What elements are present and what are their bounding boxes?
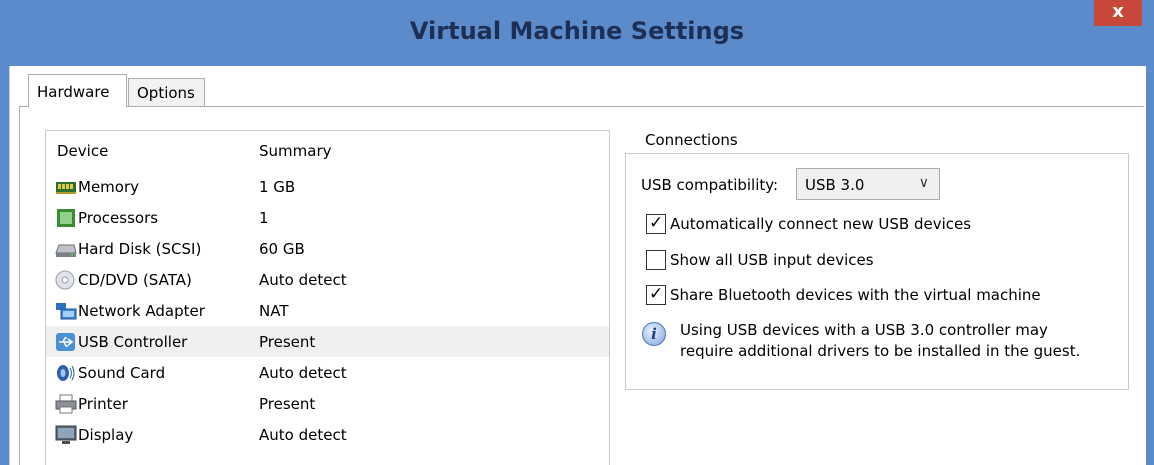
title-bar[interactable]: Virtual Machine Settings x bbox=[0, 0, 1154, 66]
show-all-input-label: Show all USB input devices bbox=[670, 251, 874, 269]
device-name: Memory bbox=[78, 177, 140, 196]
info-icon: i bbox=[642, 322, 666, 346]
device-summary: 1 GB bbox=[259, 177, 296, 196]
device-summary: 60 GB bbox=[259, 239, 305, 258]
device-summary: Auto detect bbox=[259, 363, 347, 382]
hard-disk-icon bbox=[55, 239, 77, 259]
device-row-sound-card[interactable]: Sound Card Auto detect bbox=[46, 357, 609, 388]
device-row-usb-controller[interactable]: USB Controller Present bbox=[46, 326, 609, 357]
printer-icon bbox=[55, 394, 77, 414]
window: Virtual Machine Settings x Hardware Opti… bbox=[0, 0, 1154, 465]
tab-options[interactable]: Options bbox=[128, 78, 205, 106]
connections-legend: Connections bbox=[641, 131, 742, 149]
auto-connect-label: Automatically connect new USB devices bbox=[670, 215, 972, 233]
device-row-processors[interactable]: Processors 1 bbox=[46, 202, 609, 233]
device-summary: Auto detect bbox=[259, 270, 347, 289]
device-name: Hard Disk (SCSI) bbox=[78, 239, 202, 258]
device-name: Sound Card bbox=[78, 363, 166, 382]
auto-connect-option[interactable]: ✓ Automatically connect new USB devices bbox=[646, 213, 972, 234]
device-row-memory[interactable]: Memory 1 GB bbox=[46, 171, 609, 202]
tab-divider bbox=[19, 106, 1144, 107]
close-button[interactable]: x bbox=[1094, 0, 1142, 26]
device-name: Network Adapter bbox=[78, 301, 205, 320]
share-bluetooth-label: Share Bluetooth devices with the virtual… bbox=[670, 286, 1041, 304]
memory-icon bbox=[55, 177, 77, 197]
usb-compatibility-value: USB 3.0 bbox=[805, 176, 865, 194]
column-header-device[interactable]: Device bbox=[46, 142, 253, 160]
device-name: Display bbox=[78, 425, 134, 444]
device-summary: 1 bbox=[259, 208, 269, 227]
share-bluetooth-option[interactable]: ✓ Share Bluetooth devices with the virtu… bbox=[646, 284, 1041, 305]
usb-compatibility-label: USB compatibility: bbox=[641, 176, 779, 194]
checkmark-icon: ✓ bbox=[649, 284, 664, 304]
window-title: Virtual Machine Settings bbox=[409, 17, 745, 45]
device-summary: NAT bbox=[259, 301, 289, 320]
device-row-printer[interactable]: Printer Present bbox=[46, 388, 609, 419]
device-name: Printer bbox=[78, 394, 128, 413]
usb-info-text: Using USB devices with a USB 3.0 control… bbox=[680, 320, 1080, 362]
device-row-hard-disk[interactable]: Hard Disk (SCSI) 60 GB bbox=[46, 233, 609, 264]
info-line: Using USB devices with a USB 3.0 control… bbox=[680, 321, 1048, 339]
show-all-input-option[interactable]: Show all USB input devices bbox=[646, 250, 874, 270]
share-bluetooth-checkbox[interactable]: ✓ bbox=[646, 284, 666, 305]
usb-info-note: i Using USB devices with a USB 3.0 contr… bbox=[642, 320, 1080, 362]
device-row-cd-dvd[interactable]: CD/DVD (SATA) Auto detect bbox=[46, 264, 609, 295]
device-name: CD/DVD (SATA) bbox=[78, 270, 192, 289]
device-summary: Present bbox=[259, 394, 316, 413]
device-name: Processors bbox=[78, 208, 159, 227]
cd-dvd-icon bbox=[55, 270, 77, 290]
tab-hardware[interactable]: Hardware bbox=[28, 74, 127, 107]
network-adapter-icon bbox=[55, 301, 77, 321]
device-summary: Present bbox=[259, 332, 316, 351]
chevron-down-icon: ∨ bbox=[918, 175, 929, 191]
device-name: USB Controller bbox=[78, 332, 188, 351]
checkmark-icon: ✓ bbox=[649, 213, 664, 233]
usb-compatibility-select[interactable]: USB 3.0 ∨ bbox=[796, 168, 940, 200]
device-list-header: Device Summary bbox=[46, 131, 609, 171]
device-row-display[interactable]: Display Auto detect bbox=[46, 419, 609, 450]
processor-icon bbox=[55, 208, 77, 228]
device-summary: Auto detect bbox=[259, 425, 347, 444]
tab-page-border bbox=[19, 106, 20, 465]
device-list: Device Summary Memory 1 GB Processors 1 … bbox=[45, 130, 610, 465]
auto-connect-checkbox[interactable]: ✓ bbox=[646, 213, 666, 234]
display-icon bbox=[55, 425, 77, 445]
sound-card-icon bbox=[55, 363, 77, 383]
show-all-input-checkbox[interactable] bbox=[646, 250, 666, 270]
usb-icon bbox=[55, 332, 77, 352]
dialog-client-area: Hardware Options Device Summary Memory 1… bbox=[9, 66, 1146, 465]
info-line: require additional drivers to be install… bbox=[680, 342, 1081, 360]
column-header-summary[interactable]: Summary bbox=[253, 142, 332, 160]
device-row-network-adapter[interactable]: Network Adapter NAT bbox=[46, 295, 609, 326]
